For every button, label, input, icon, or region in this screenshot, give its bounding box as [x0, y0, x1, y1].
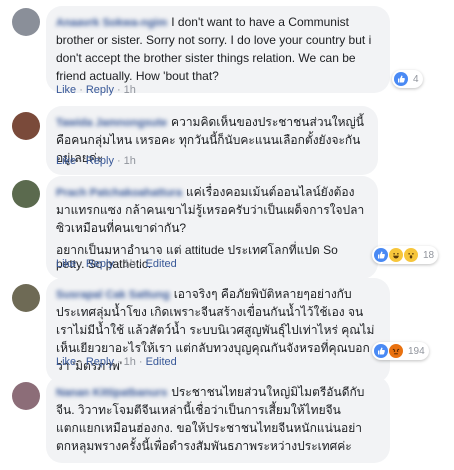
reaction-count: 18: [423, 249, 435, 261]
separator: ·: [116, 258, 121, 270]
like-link[interactable]: Like: [56, 84, 76, 96]
like-reaction-icon: [394, 72, 408, 86]
edited-link[interactable]: Edited: [146, 356, 177, 368]
separator: ·: [79, 258, 83, 270]
avatar[interactable]: [12, 180, 40, 208]
comment-author[interactable]: Anaavrk Sokwa-ngim: [56, 17, 167, 29]
reaction-count: 4: [413, 73, 419, 85]
comment-actions: Like · Reply · 1h: [56, 155, 136, 167]
like-link[interactable]: Like: [56, 155, 76, 167]
avatar[interactable]: [12, 112, 40, 140]
comment-actions: Like · Reply · 1h · Edited: [56, 356, 177, 368]
comment-actions: Like · Reply · 1h · Edited: [56, 258, 177, 270]
comment-author[interactable]: Prach Patchakoahattura: [56, 187, 182, 199]
separator: ·: [79, 155, 83, 167]
reaction-summary[interactable]: 194: [372, 342, 429, 360]
wow-reaction-icon: [404, 248, 418, 262]
reaction-count: 194: [408, 345, 425, 357]
like-link[interactable]: Like: [56, 356, 76, 368]
timestamp[interactable]: 1h: [124, 356, 136, 368]
comment-actions: Like · Reply · 1h: [56, 84, 136, 96]
reply-link[interactable]: Reply: [86, 258, 114, 270]
comment-author[interactable]: Tawida Jamnongsute: [56, 117, 167, 129]
separator: ·: [138, 258, 143, 270]
avatar[interactable]: [12, 382, 40, 410]
comment-author[interactable]: Susrapal Cak Sattung: [56, 289, 170, 301]
comment-author[interactable]: Nanan Kittipatbanurs: [56, 387, 167, 399]
reply-link[interactable]: Reply: [86, 155, 114, 167]
separator: ·: [138, 356, 143, 368]
haha-reaction-icon: [389, 248, 403, 262]
separator: ·: [116, 356, 121, 368]
separator: ·: [116, 155, 121, 167]
separator: ·: [116, 84, 121, 96]
comment-bubble: Nanan Kittipatbanurs ประชาชนไทยส่วนใหญ่มิ…: [46, 376, 390, 463]
separator: ·: [79, 356, 83, 368]
angry-reaction-icon: [389, 344, 403, 358]
comment-bubble: Anaavrk Sokwa-ngim I don't want to have a…: [46, 6, 390, 93]
avatar[interactable]: [12, 8, 40, 36]
reply-link[interactable]: Reply: [86, 356, 114, 368]
separator: ·: [79, 84, 83, 96]
reaction-summary[interactable]: 4: [392, 70, 423, 88]
like-reaction-icon: [374, 344, 388, 358]
avatar[interactable]: [12, 284, 40, 312]
timestamp[interactable]: 1h: [124, 258, 136, 270]
reaction-summary[interactable]: 18: [372, 246, 439, 264]
edited-link[interactable]: Edited: [146, 258, 177, 270]
timestamp[interactable]: 1h: [124, 84, 136, 96]
reply-link[interactable]: Reply: [86, 84, 114, 96]
like-link[interactable]: Like: [56, 258, 76, 270]
timestamp[interactable]: 1h: [124, 155, 136, 167]
like-reaction-icon: [374, 248, 388, 262]
